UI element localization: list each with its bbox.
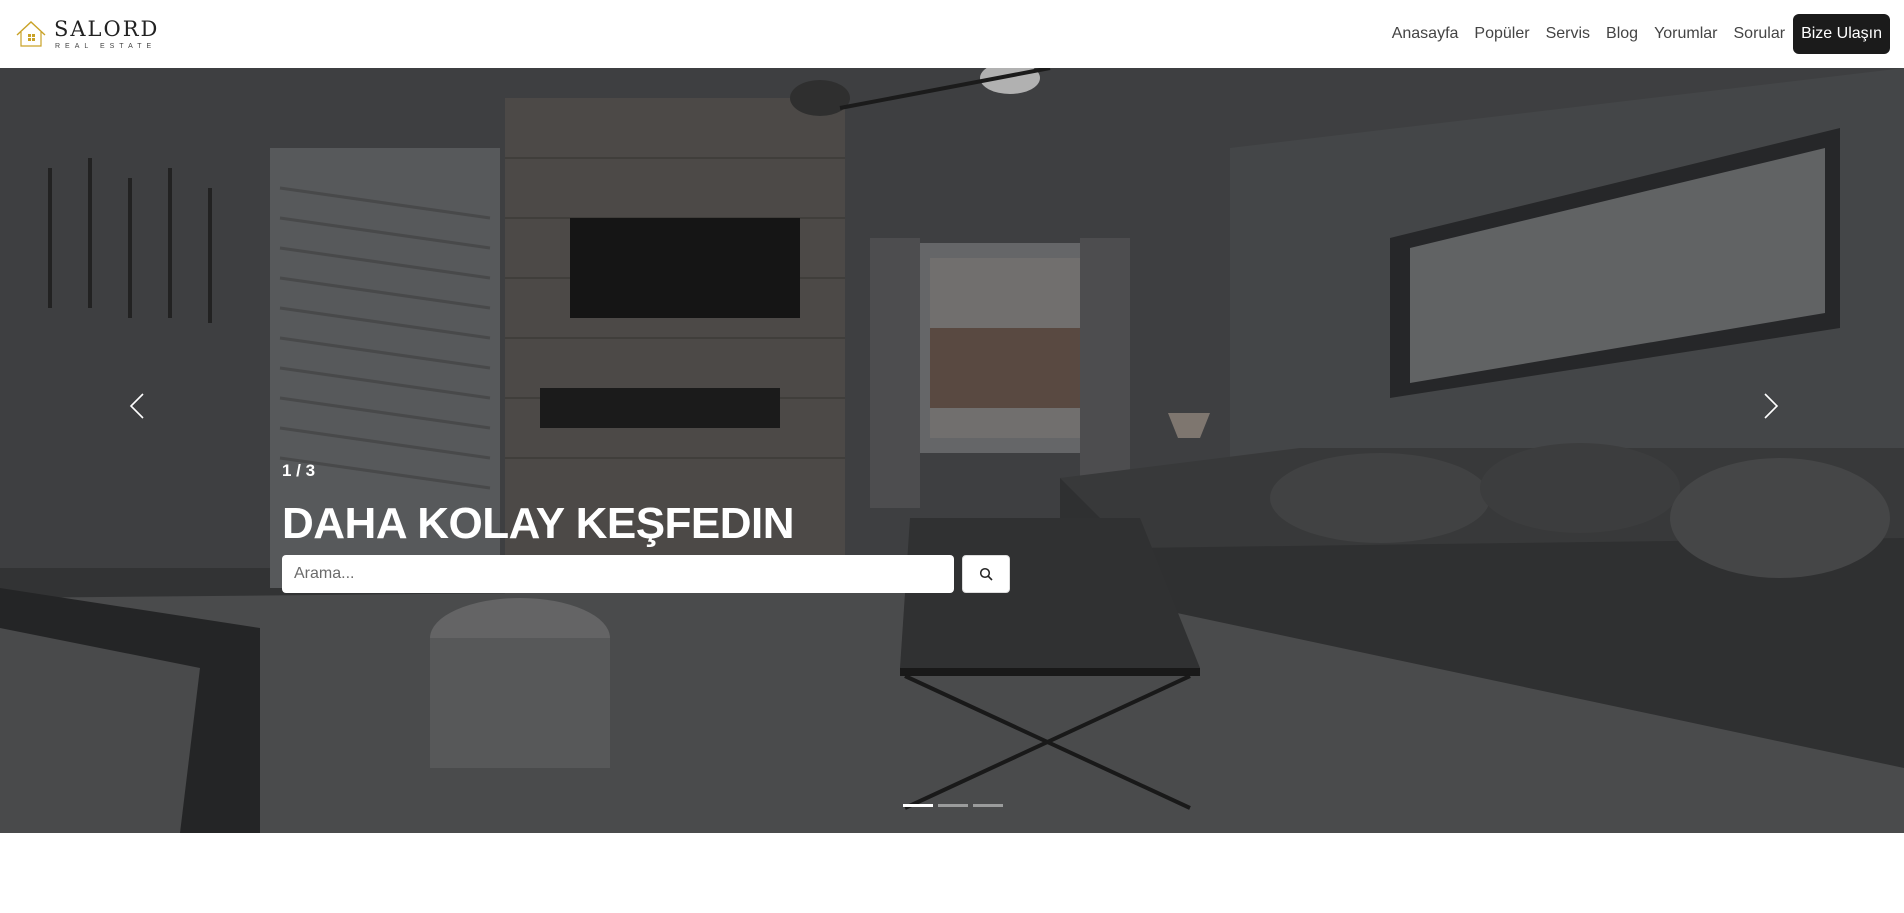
hero-headline: DAHA KOLAY KEŞFEDIN (282, 499, 795, 548)
search-input[interactable] (282, 555, 954, 593)
brand-tagline: REAL ESTATE (55, 42, 157, 50)
carousel-dot-3[interactable] (973, 804, 1003, 807)
slide-content: 1 / 3 DAHA KOLAY KEŞFEDIN (282, 461, 1042, 593)
carousel-prev-button[interactable] (120, 388, 156, 424)
house-logo-icon (16, 21, 46, 47)
slide-counter: 1 / 3 (282, 461, 316, 480)
hero-carousel: 1 / 3 DAHA KOLAY KEŞFEDIN (0, 68, 1904, 833)
chevron-left-icon (129, 393, 144, 419)
chevron-right-icon (1764, 393, 1779, 419)
brand-logo[interactable]: SALORD REAL ESTATE (14, 14, 159, 54)
carousel-dot-2[interactable] (938, 804, 968, 807)
carousel-next-button[interactable] (1752, 388, 1788, 424)
site-header: SALORD REAL ESTATE Anasayfa Popüler Serv… (0, 0, 1904, 68)
hero-dark-overlay (0, 68, 1904, 833)
carousel-dot-1[interactable] (903, 804, 933, 807)
contact-button[interactable]: Bize Ulaşın (1793, 14, 1890, 54)
nav-link-servis[interactable]: Servis (1538, 25, 1598, 43)
main-nav: Anasayfa Popüler Servis Blog Yorumlar So… (1384, 14, 1890, 54)
search-bar (282, 555, 1042, 593)
nav-link-sorular[interactable]: Sorular (1726, 25, 1794, 43)
brand-name: SALORD (54, 16, 160, 41)
nav-link-yorumlar[interactable]: Yorumlar (1646, 25, 1725, 43)
search-icon (979, 567, 993, 581)
nav-link-anasayfa[interactable]: Anasayfa (1384, 25, 1467, 43)
nav-link-blog[interactable]: Blog (1598, 25, 1646, 43)
nav-link-populer[interactable]: Popüler (1466, 25, 1537, 43)
search-button[interactable] (962, 555, 1010, 593)
carousel-pagination (903, 804, 1003, 807)
